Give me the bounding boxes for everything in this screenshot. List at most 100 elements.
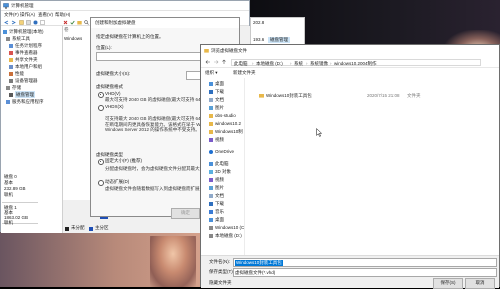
vhd-format-option: VHD(V) (105, 91, 121, 96)
pc-icon (209, 161, 213, 166)
disk-1-info[interactable]: 磁盘 1 基本 1863.02 GB 联机 (2, 204, 38, 225)
bf-title-text: 浏览虚拟磁盘文件 (211, 48, 247, 53)
breadcrumb-sep-1: › (252, 61, 254, 66)
folder-icon (209, 129, 213, 134)
filename-label: 文件名(N): (209, 259, 230, 264)
breadcrumb-system[interactable]: 系统 (294, 61, 303, 67)
check-icon[interactable] (70, 20, 75, 25)
hide-folders-toggle[interactable]: 隐藏文件夹 (209, 280, 232, 286)
drive-icon (209, 225, 213, 230)
fixed-size-radio[interactable] (98, 159, 104, 165)
clock-icon (9, 43, 13, 48)
new-folder-button[interactable]: 新建文件夹 (233, 70, 256, 76)
up-arrow-icon[interactable] (221, 59, 227, 65)
legend-primary-swatch (89, 226, 93, 231)
organize-button[interactable]: 组织 ▾ (205, 70, 218, 76)
actions-header[interactable]: 磁盘管理 (268, 37, 290, 43)
filetype-select[interactable]: 虚拟磁盘文件(*.vhd) (233, 268, 497, 277)
save-button[interactable]: 保存(S) (433, 278, 463, 289)
bf-toolbar: 组织 ▾ 新建文件夹 (201, 68, 499, 78)
file-date: 2020/7/15 21:08 (367, 93, 400, 98)
folder-icon[interactable] (77, 20, 82, 25)
back-icon[interactable] (4, 20, 9, 25)
cloud-icon (209, 149, 213, 154)
bf-navigation-pane: 桌面 下载 文档 图片 obs-studio windows10.2 Windo… (201, 78, 245, 255)
desktop-icon (209, 81, 213, 86)
folder-icon (209, 121, 213, 126)
vhd-format-heading: 虚拟硬盘格式 (96, 84, 123, 89)
up-icon[interactable] (19, 20, 24, 25)
disk-icon (9, 92, 13, 97)
disk-0-info[interactable]: 磁盘 0 基本 232.89 GB 联机 (2, 173, 38, 203)
cm-actions-pane: 202.8 磁盘管理 193.6 (250, 17, 305, 47)
file-type: 文件夹 (407, 93, 421, 98)
tree-icon[interactable] (40, 20, 45, 25)
vhd-title-text: 创建和附加虚拟硬盘 (95, 20, 136, 25)
event-icon (9, 50, 13, 55)
breadcrumb-sep-4: › (330, 61, 332, 66)
vhd-title-bar[interactable]: 创建和附加虚拟硬盘 (91, 18, 239, 28)
bf-address-bar[interactable]: 此电脑 › 本地磁盘 (D:) › 系统 › 系统镜像 › windows10.… (231, 59, 481, 66)
help-icon[interactable] (33, 20, 38, 25)
breadcrumb-sep-2: › (290, 61, 292, 66)
vhd-ok-button[interactable]: 确定 (171, 208, 200, 219)
breadcrumb-this-pc[interactable]: 此电脑 (234, 61, 248, 67)
browse-vhd-dialog: 浏览虚拟磁盘文件 此电脑 › 本地磁盘 (D:) › 系统 › 系统镜像 › w… (200, 44, 500, 289)
drive-icon (209, 233, 213, 238)
cm-title-bar[interactable]: 计算机管理 (1, 1, 249, 11)
storage-icon (6, 85, 10, 90)
vhd-format-radio[interactable] (98, 92, 104, 98)
file-name: Windows10封装工具包 (266, 93, 312, 98)
download-icon (209, 89, 213, 94)
users-icon (9, 64, 13, 69)
vhd-location-label: 位置(L): (96, 45, 112, 50)
file-row[interactable]: Windows10封装工具包 2020/7/15 21:08 文件夹 (259, 92, 495, 99)
tools-icon (6, 36, 10, 41)
computer-icon (3, 29, 7, 34)
bf-title-bar[interactable]: 浏览虚拟磁盘文件 (201, 45, 499, 56)
breadcrumb-win10[interactable]: windows10.2004制作 (334, 61, 377, 67)
bf-cancel-button[interactable]: 取消 (465, 278, 495, 289)
computer-management-icon (3, 3, 9, 9)
breadcrumb-images[interactable]: 系统镜像 (310, 61, 328, 67)
right-value-mid: 193.6 (253, 37, 265, 42)
picture-icon (209, 185, 213, 190)
cube-icon (209, 169, 213, 174)
vhdx-format-radio[interactable] (98, 105, 104, 111)
vhd-size-label: 虚拟硬盘大小(S): (96, 71, 131, 76)
volume-column-header: 卷 (64, 27, 69, 32)
breadcrumb-d-drive[interactable]: 本地磁盘 (D:) (256, 61, 283, 67)
volume-row[interactable]: Windows (64, 36, 82, 41)
wallpaper-figure (150, 236, 196, 287)
legend-unallocated: 未分配 (71, 225, 85, 230)
back-arrow-icon[interactable] (205, 59, 211, 65)
vhd-location-prompt: 指定虚拟硬盘在计算机上的位置。 (96, 34, 164, 39)
right-value-top: 202.8 (253, 20, 265, 25)
search-icon[interactable] (84, 20, 89, 25)
services-icon (6, 99, 10, 104)
properties-icon[interactable] (26, 20, 31, 25)
vhdx-format-option: VHDX(X) (105, 104, 124, 109)
music-icon (209, 209, 213, 214)
forward-icon[interactable] (11, 20, 16, 25)
legend-primary: 主分区 (95, 225, 109, 230)
delete-icon[interactable] (63, 20, 68, 25)
forward-arrow-icon[interactable] (213, 59, 219, 65)
folder-icon (9, 57, 13, 62)
mouse-cursor-icon (316, 128, 322, 137)
folder-icon (209, 113, 213, 118)
cm-title-text: 计算机管理 (11, 3, 34, 8)
dynamic-option: 动态扩展(D) (105, 179, 130, 184)
volume-list: 卷 Windows (63, 26, 91, 200)
filetype-label: 保存类型(T): (209, 269, 234, 274)
download-icon (209, 201, 213, 206)
legend-unallocated-swatch (65, 226, 69, 231)
disk-1-status: 联机 (4, 220, 13, 225)
bf-footer: 文件名(N): Windows10封装工具包 保存类型(T): 虚拟磁盘文件(*… (201, 255, 499, 289)
filename-input[interactable]: Windows10封装工具包 (233, 258, 497, 267)
disk-0-status: 联机 (4, 192, 13, 197)
video-icon (209, 177, 213, 182)
dynamic-radio[interactable] (98, 180, 104, 186)
video-icon (209, 137, 213, 142)
document-icon (209, 193, 213, 198)
